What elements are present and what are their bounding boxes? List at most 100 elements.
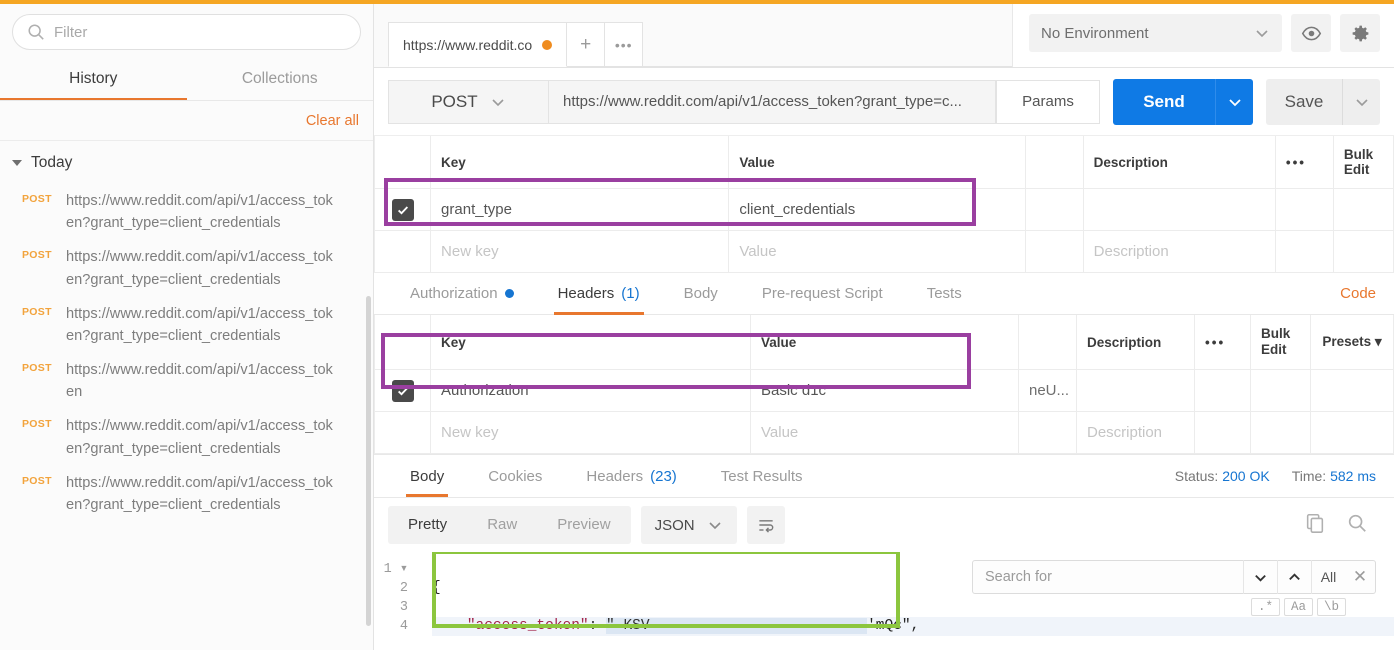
filter-container [0,0,373,56]
request-tab[interactable]: https://www.reddit.co [388,22,568,67]
clear-all-button[interactable]: Clear all [306,113,359,129]
response-tab-headers[interactable]: Headers (23) [564,455,698,497]
filter-box[interactable] [12,14,361,50]
sidebar-tab-collections[interactable]: Collections [187,56,374,101]
params-button[interactable]: Params [996,79,1100,124]
col-description: Description [1082,136,1276,189]
history-group-label: Today [31,154,73,171]
word-wrap-button[interactable] [746,506,785,545]
search-input[interactable] [54,23,346,41]
save-options-button[interactable] [1342,78,1380,125]
tab-authorization[interactable]: Authorization [388,273,536,315]
save-button[interactable]: Save [1266,78,1342,125]
search-row: All ✕ [972,560,1376,595]
language-label: JSON [654,516,695,534]
environment-selector[interactable]: No Environment [1029,14,1282,52]
header-value[interactable]: Basic d1c [750,369,1019,413]
col-value: Value [750,315,1019,371]
table-row-new[interactable]: New key Value Description [374,411,1394,455]
format-preview-button[interactable]: Preview [537,506,630,544]
sidebar-tab-history[interactable]: History [0,56,187,101]
header-description[interactable] [1076,369,1195,413]
response-tab-cookies[interactable]: Cookies [466,455,564,497]
new-param-value[interactable]: Value [728,230,1026,273]
line-number: 2 [399,581,408,597]
new-header-spacer3 [1310,411,1394,455]
list-item[interactable]: POST https://www.reddit.com/api/v1/acces… [0,409,373,465]
table-header-row: Key Value Description ••• Bulk Edit Pres… [374,315,1394,371]
format-pretty-button[interactable]: Pretty [388,506,467,544]
headers-presets-button[interactable]: Presets ▾ [1310,315,1394,371]
search-case-toggle[interactable]: Aa [1283,598,1313,617]
new-header-key[interactable]: New key [430,411,751,455]
history-list[interactable]: Today POST https://www.reddit.com/api/v1… [0,141,373,650]
search-prev-button[interactable] [1277,560,1311,595]
environment-quicklook-button[interactable] [1291,14,1331,52]
method-badge: POST [22,474,52,487]
col-key: Key [430,315,751,371]
request-url-input[interactable]: https://www.reddit.com/api/v1/access_tok… [548,79,996,124]
tab-headers-count: (1) [621,285,640,302]
main-panel: https://www.reddit.co + ••• No Environme… [373,0,1394,650]
response-body-area: 1 ▾ 2 3 4 { "access_token": "-KSV 'mQc",… [374,552,1394,650]
checkbox-checked-icon[interactable] [391,379,414,402]
format-raw-button[interactable]: Raw [467,506,537,544]
headers-bulk-edit-button[interactable]: Bulk Edit [1250,315,1311,371]
params-bulk-edit-button[interactable]: Bulk Edit [1332,136,1394,189]
list-item[interactable]: POST https://www.reddit.com/api/v1/acces… [0,353,373,409]
tab-pre-request-script[interactable]: Pre-request Script [740,273,905,315]
tab-headers[interactable]: Headers (1) [536,273,662,315]
settings-button[interactable] [1340,14,1380,52]
history-group-today[interactable]: Today [0,141,373,184]
auth-indicator-dot-icon [504,289,514,298]
list-item[interactable]: POST https://www.reddit.com/api/v1/acces… [0,466,373,522]
list-item[interactable]: POST https://www.reddit.com/api/v1/acces… [0,297,373,353]
checkbox-checked-icon[interactable] [391,198,414,221]
tab-body[interactable]: Body [662,273,740,315]
http-method-selector[interactable]: POST [388,79,548,124]
body-search-input[interactable] [973,569,1243,586]
headers-options-icon[interactable]: ••• [1194,315,1251,371]
new-tab-button[interactable]: + [567,22,606,67]
search-regex-toggle[interactable]: .* [1250,598,1280,617]
copy-button[interactable] [1304,512,1326,539]
search-close-button[interactable]: ✕ [1345,567,1375,587]
header-spacer2 [1250,369,1311,413]
new-header-spacer2 [1250,411,1311,455]
new-header-value[interactable]: Value [750,411,1019,455]
send-options-button[interactable] [1215,78,1253,125]
params-options-icon[interactable]: ••• [1274,136,1334,189]
param-value[interactable]: client_credentials [728,188,1026,231]
new-param-key[interactable]: New key [430,230,730,273]
response-tab-test-results[interactable]: Test Results [699,455,825,497]
send-button[interactable]: Send [1113,78,1215,125]
tab-tests[interactable]: Tests [905,273,984,315]
language-selector[interactable]: JSON [640,506,737,545]
chevron-down-icon [1228,98,1241,106]
search-next-button[interactable] [1243,560,1277,595]
time-label: Time: [1291,468,1327,485]
search-body-button[interactable] [1346,512,1368,539]
new-param-description[interactable]: Description [1082,230,1276,273]
new-header-description[interactable]: Description [1076,411,1195,455]
search-all-button[interactable]: All [1311,560,1345,595]
unsaved-dot-icon [542,39,553,50]
table-header-row: Key Value Description ••• Bulk Edit [373,136,1394,189]
response-tab-body[interactable]: Body [388,455,466,498]
code-link-button[interactable]: Code [1340,285,1376,302]
table-row[interactable]: Authorization Basic d1c neU... [374,369,1394,413]
list-item[interactable]: POST https://www.reddit.com/api/v1/acces… [0,184,373,240]
sidebar-scrollbar[interactable] [366,296,371,626]
header-key[interactable]: Authorization [430,369,751,413]
sidebar: History Collections Clear all Today POST… [0,0,374,650]
search-wholeword-toggle[interactable]: \b [1316,598,1346,617]
param-key[interactable]: grant_type [430,188,730,231]
new-param-gap [1024,230,1084,273]
list-item[interactable]: POST https://www.reddit.com/api/v1/acces… [0,240,373,296]
tab-headers-label: Headers [557,285,615,302]
table-row[interactable]: grant_type client_credentials [373,188,1394,231]
table-row-new[interactable]: New key Value Description [373,230,1394,273]
tab-options-icon[interactable]: ••• [605,22,644,67]
param-description[interactable] [1082,188,1276,231]
request-urlbar: POST https://www.reddit.com/api/v1/acces… [374,68,1394,136]
